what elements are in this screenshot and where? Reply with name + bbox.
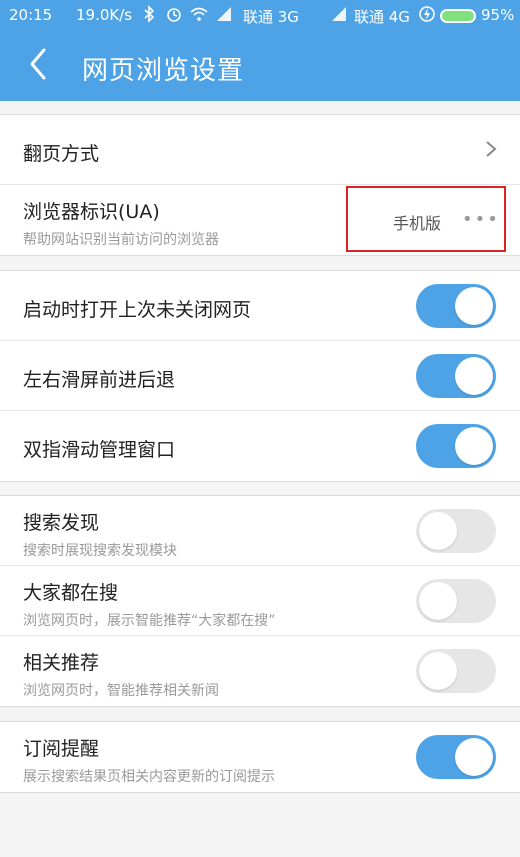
toggle-knob xyxy=(455,738,493,776)
setting-label: 搜索发现 xyxy=(23,512,100,534)
restore-tabs-toggle[interactable] xyxy=(416,284,496,328)
app-bar: 20:15 19.0K/s 联通 3G 联通 4G 95% 网页浏览设置 xyxy=(0,0,520,101)
chevron-right-icon xyxy=(486,141,497,157)
setting-label: 翻页方式 xyxy=(23,143,100,165)
setting-search-discovery: 搜索发现 搜索时展现搜索发现模块 xyxy=(0,496,520,566)
charging-icon xyxy=(419,6,435,22)
setting-label: 订阅提醒 xyxy=(23,738,100,760)
status-network-speed: 19.0K/s xyxy=(76,6,133,24)
section-subscription: 订阅提醒 展示搜索结果页相关内容更新的订阅提示 xyxy=(0,721,520,793)
ua-value: 手机版 xyxy=(393,214,442,233)
setting-description: 浏览网页时，智能推荐相关新闻 xyxy=(23,683,219,699)
section-general: 翻页方式 浏览器标识(UA) 帮助网站识别当前访问的浏览器 手机版 ••• xyxy=(0,114,520,256)
setting-label: 启动时打开上次未关闭网页 xyxy=(23,299,252,321)
wifi-icon xyxy=(190,7,208,21)
setting-label: 浏览器标识(UA) xyxy=(23,201,160,223)
toggle-knob xyxy=(419,582,457,620)
toggle-knob xyxy=(455,427,493,465)
setting-description: 帮助网站识别当前访问的浏览器 xyxy=(23,232,219,248)
setting-related-recommendations: 相关推荐 浏览网页时，智能推荐相关新闻 xyxy=(0,636,520,706)
toggle-knob xyxy=(455,357,493,395)
toggle-knob xyxy=(455,287,493,325)
signal-icon-2 xyxy=(332,7,346,21)
search-discovery-toggle[interactable] xyxy=(416,509,496,553)
setting-restore-tabs: 启动时打开上次未关闭网页 xyxy=(0,271,520,341)
two-finger-windows-toggle[interactable] xyxy=(416,424,496,468)
bluetooth-icon xyxy=(144,5,155,23)
setting-swipe-navigation: 左右滑屏前进后退 xyxy=(0,341,520,411)
battery-icon xyxy=(440,9,476,23)
setting-trending-searches: 大家都在搜 浏览网页时，展示智能推荐“大家都在搜” xyxy=(0,566,520,636)
section-navigation: 启动时打开上次未关闭网页 左右滑屏前进后退 双指滑动管理窗口 xyxy=(0,270,520,482)
toggle-knob xyxy=(419,512,457,550)
swipe-navigation-toggle[interactable] xyxy=(416,354,496,398)
status-battery: 95% xyxy=(481,6,515,24)
status-carrier-1: 联通 3G xyxy=(243,8,299,26)
more-dots-icon[interactable]: ••• xyxy=(462,209,500,230)
setting-description: 浏览网页时，展示智能推荐“大家都在搜” xyxy=(23,613,276,629)
back-icon[interactable] xyxy=(24,44,54,84)
setting-label: 双指滑动管理窗口 xyxy=(23,439,176,461)
setting-description: 搜索时展现搜索发现模块 xyxy=(23,543,177,559)
status-bar: 20:15 19.0K/s 联通 3G 联通 4G 95% xyxy=(0,0,520,30)
setting-description: 展示搜索结果页相关内容更新的订阅提示 xyxy=(23,769,275,785)
related-recommendations-toggle[interactable] xyxy=(416,649,496,693)
trending-searches-toggle[interactable] xyxy=(416,579,496,623)
alarm-icon xyxy=(167,8,181,22)
section-recommendations: 搜索发现 搜索时展现搜索发现模块 大家都在搜 浏览网页时，展示智能推荐“大家都在… xyxy=(0,495,520,707)
status-carrier-2: 联通 4G xyxy=(354,8,410,26)
page-title: 网页浏览设置 xyxy=(82,56,245,86)
setting-label: 左右滑屏前进后退 xyxy=(23,369,176,391)
signal-icon-1 xyxy=(217,7,231,21)
subscription-reminder-toggle[interactable] xyxy=(416,735,496,779)
setting-label: 相关推荐 xyxy=(23,652,100,674)
setting-label: 大家都在搜 xyxy=(23,582,119,604)
setting-browser-ua[interactable]: 浏览器标识(UA) 帮助网站识别当前访问的浏览器 手机版 ••• xyxy=(0,185,520,255)
status-time: 20:15 xyxy=(9,6,53,24)
setting-subscription-reminder: 订阅提醒 展示搜索结果页相关内容更新的订阅提示 xyxy=(0,722,520,792)
toggle-knob xyxy=(419,652,457,690)
setting-two-finger-windows: 双指滑动管理窗口 xyxy=(0,411,520,481)
setting-page-turn[interactable]: 翻页方式 xyxy=(0,115,520,185)
